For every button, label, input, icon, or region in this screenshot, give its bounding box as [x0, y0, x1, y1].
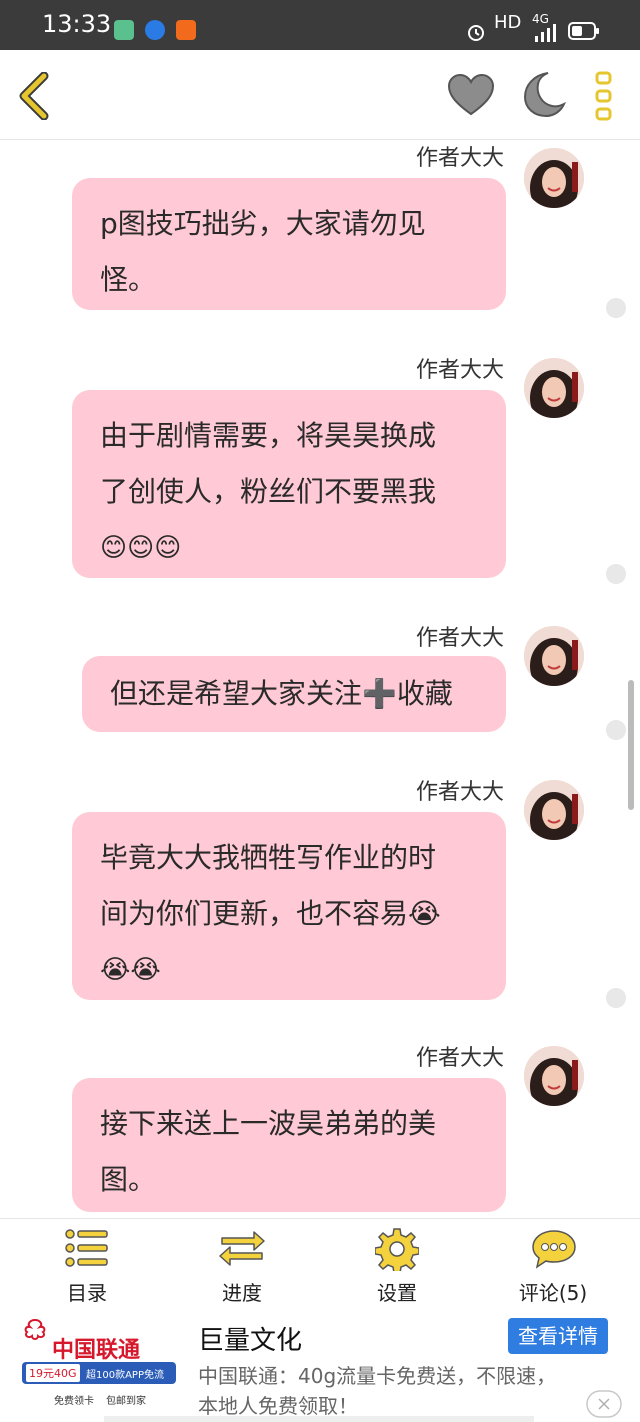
message-line: 😭😭 — [100, 955, 161, 985]
ad-logo-foot1: 免费领卡 — [54, 1396, 94, 1407]
message-line: 图。 — [100, 1163, 157, 1196]
message-bubble: p图技巧拙劣，大家请勿见 怪。 — [72, 178, 506, 310]
author-name: 作者大大 — [415, 146, 504, 171]
app-notification-icon — [114, 20, 134, 40]
ad-close-icon[interactable] — [586, 1390, 622, 1418]
nav-item-comments[interactable]: 评论(5) — [493, 1219, 613, 1311]
chat-message: 作者大大 p图技巧拙劣，大家请勿见 怪。 — [0, 140, 640, 340]
chat-message: 作者大大 但还是希望大家关注➕收藏 — [0, 620, 640, 750]
ad-progress-track — [104, 1416, 534, 1422]
message-bubble: 由于剧情需要，将昊昊换成 了创使人，粉丝们不要黑我 😊😊😊 — [72, 390, 506, 578]
ad-logo-promo: 19元40G — [26, 1364, 80, 1382]
message-bubble: 接下来送上一波昊弟弟的美 图。 — [72, 1078, 506, 1212]
read-status-dot — [606, 988, 626, 1008]
chat-area[interactable]: 作者大大 p图技巧拙劣，大家请勿见 怪。 作者大大 由于剧情需要，将昊昊换成 了… — [0, 140, 640, 1218]
message-line: 由于剧情需要，将昊昊换成 — [100, 419, 437, 452]
ad-logo-foot2: 包邮到家 — [106, 1396, 146, 1407]
nav-label: 目录 — [67, 1281, 107, 1305]
nav-label: 进度 — [222, 1281, 262, 1305]
message-line: 了创使人，粉丝们不要黑我 — [100, 475, 437, 508]
ad-banner[interactable]: 中国联通 19元40G 超100款APP免流 免费领卡 包邮到家 巨量文化 查看… — [0, 1310, 640, 1422]
author-name: 作者大大 — [415, 358, 504, 383]
message-bubble: 毕竟大大我牺牲写作业的时 间为你们更新，也不容易😭 😭😭 — [72, 812, 506, 1000]
ad-title: 巨量文化 — [198, 1326, 303, 1356]
author-avatar[interactable] — [524, 626, 584, 686]
read-status-dot — [606, 298, 626, 318]
bottom-nav: 目录 进度 设置 评论(5) — [0, 1218, 640, 1310]
message-line: 毕竟大大我牺牲写作业的时 — [100, 841, 437, 874]
author-name: 作者大大 — [415, 626, 504, 651]
comment-icon — [532, 1230, 576, 1269]
gear-icon — [375, 1228, 419, 1271]
message-line: 间为你们更新，也不容易😭 — [100, 897, 441, 930]
status-time: 13:33 — [42, 10, 112, 38]
ad-details-button[interactable]: 查看详情 — [508, 1318, 608, 1354]
chat-scrollbar[interactable] — [628, 680, 634, 810]
nav-label: 设置 — [377, 1281, 417, 1305]
ad-logo-brand: 中国联通 — [52, 1338, 141, 1363]
message-line: 接下来送上一波昊弟弟的美 — [100, 1107, 437, 1140]
heart-icon[interactable] — [448, 74, 494, 116]
ad-logo-promo2: 超100款APP免流 — [86, 1370, 164, 1381]
ad-logo-promo-bar: 19元40G 超100款APP免流 — [22, 1362, 176, 1384]
china-unicom-logo-icon — [24, 1318, 46, 1340]
read-status-dot — [606, 720, 626, 740]
ad-logo: 中国联通 19元40G 超100款APP免流 免费领卡 包邮到家 — [18, 1318, 180, 1410]
swap-arrows-icon — [219, 1231, 265, 1266]
nav-item-settings[interactable]: 设置 — [337, 1219, 457, 1311]
author-avatar[interactable] — [524, 1046, 584, 1106]
author-avatar[interactable] — [524, 148, 584, 208]
author-avatar[interactable] — [524, 780, 584, 840]
chat-message: 作者大大 由于剧情需要，将昊昊换成 了创使人，粉丝们不要黑我 😊😊😊 — [0, 352, 640, 592]
author-avatar[interactable] — [524, 358, 584, 418]
nav-item-progress[interactable]: 进度 — [182, 1219, 302, 1311]
author-name: 作者大大 — [415, 1046, 504, 1071]
nav-label: 评论(5) — [518, 1281, 588, 1305]
alarm-icon — [468, 25, 484, 41]
message-bubble: 但还是希望大家关注➕收藏 — [82, 656, 506, 732]
message-line: 但还是希望大家关注➕收藏 — [110, 677, 453, 710]
ad-description-line: 中国联通：40g流量卡免费送，不限速， — [198, 1364, 557, 1388]
chat-message: 作者大大 毕竟大大我牺牲写作业的时 间为你们更新，也不容易😭 😭😭 — [0, 774, 640, 1014]
message-line: p图技巧拙劣，大家请勿见 — [100, 207, 426, 240]
status-bar: 13:33 HD 4G — [0, 0, 640, 50]
message-line: 怪。 — [100, 263, 157, 296]
battery-icon — [568, 22, 599, 40]
reader-top-bar — [0, 50, 640, 140]
moon-icon[interactable] — [520, 70, 566, 118]
chat-message: 作者大大 接下来送上一波昊弟弟的美 图。 — [0, 1040, 640, 1218]
author-name: 作者大大 — [415, 780, 504, 805]
network-type-label: HD — [494, 12, 522, 33]
app-notification-icon — [145, 20, 165, 40]
chevron-left-icon[interactable] — [14, 72, 54, 120]
signal-icon — [535, 24, 556, 42]
nav-item-catalog[interactable]: 目录 — [27, 1219, 147, 1311]
list-icon — [65, 1229, 108, 1267]
ad-description-line: 本地人免费领取！ — [198, 1394, 358, 1418]
message-line: 😊😊😊 — [100, 533, 182, 563]
read-status-dot — [606, 564, 626, 584]
more-vertical-icon[interactable] — [594, 70, 614, 122]
taobao-notification-icon — [176, 20, 196, 40]
